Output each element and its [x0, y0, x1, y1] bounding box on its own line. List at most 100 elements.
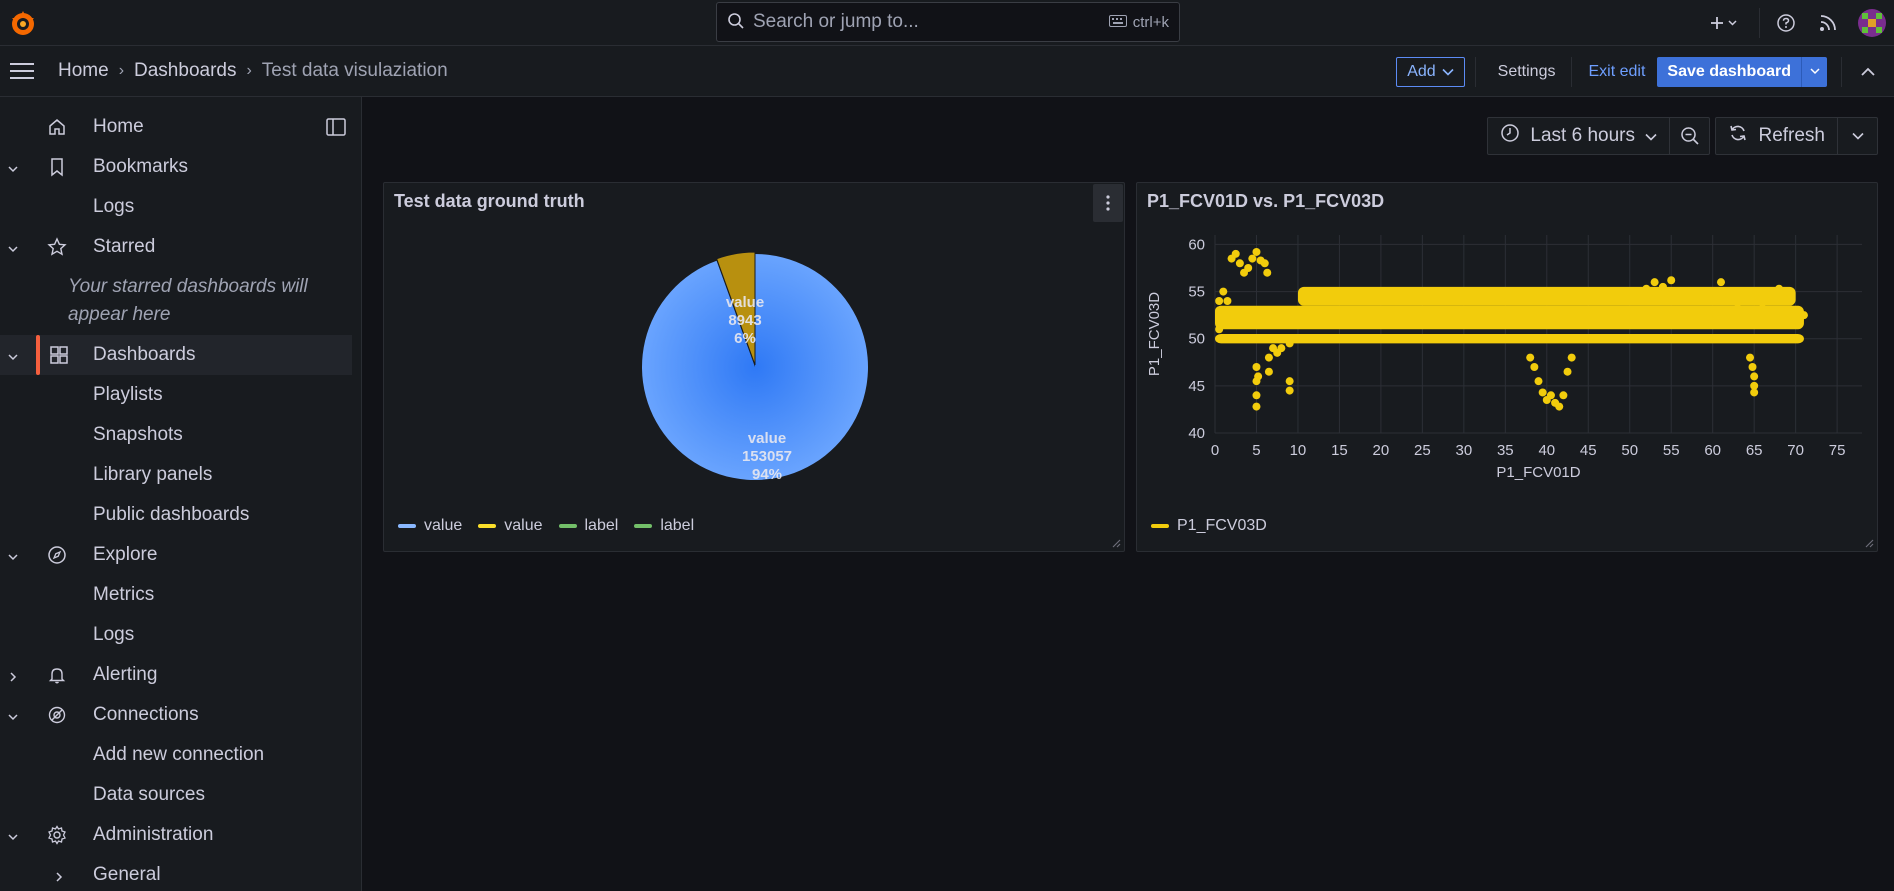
legend-item[interactable]: value — [478, 517, 543, 535]
panel-menu-icon[interactable] — [1093, 184, 1123, 222]
sidebar-item-alerting[interactable]: Alerting — [0, 655, 361, 695]
legend-item[interactable]: label — [634, 517, 694, 535]
scatter-point[interactable] — [1260, 259, 1269, 268]
save-dashboard-button[interactable]: Save dashboard — [1657, 56, 1827, 87]
scatter-point[interactable] — [1526, 353, 1535, 362]
sidebar-item-data-sources[interactable]: Data sources — [0, 775, 361, 815]
resize-handle-icon[interactable] — [1109, 536, 1121, 548]
sidebar-item-bookmarks[interactable]: Bookmarks — [0, 147, 361, 187]
scatter-point[interactable] — [1534, 377, 1543, 386]
search-input[interactable]: Search or jump to... ctrl+k — [716, 2, 1180, 42]
sidebar-item-starred[interactable]: Starred — [0, 227, 361, 267]
scatter-point[interactable] — [1799, 311, 1808, 320]
scatter-point[interactable] — [1215, 297, 1224, 305]
sidebar-item-metrics[interactable]: Metrics — [0, 575, 361, 615]
scatter-point[interactable] — [1725, 292, 1734, 301]
sidebar-item-bookmarks-logs[interactable]: Logs — [0, 187, 361, 227]
scatter-point[interactable] — [1530, 363, 1539, 371]
user-avatar[interactable] — [1858, 9, 1886, 37]
sidebar-item-home[interactable]: Home — [0, 107, 361, 147]
chevron-down-icon[interactable] — [6, 348, 20, 362]
scatter-point[interactable] — [1716, 278, 1725, 287]
scatter-point[interactable] — [1783, 287, 1792, 296]
scatter-point[interactable] — [1277, 344, 1286, 353]
sidebar-item-add-new-connection[interactable]: Add new connection — [0, 735, 361, 775]
chevron-down-icon[interactable] — [6, 160, 20, 174]
scatter-point[interactable] — [1264, 353, 1273, 362]
scatter-point[interactable] — [1546, 391, 1555, 400]
chevron-down-icon[interactable] — [6, 828, 20, 842]
scatter-point[interactable] — [1746, 353, 1755, 362]
scatter-point[interactable] — [1758, 298, 1767, 307]
scatter-point[interactable] — [1750, 372, 1759, 381]
scatter-point[interactable] — [1766, 297, 1775, 305]
scatter-point[interactable] — [1248, 254, 1257, 263]
scatter-point[interactable] — [1285, 339, 1294, 348]
scatter-point[interactable] — [1285, 377, 1294, 386]
breadcrumb-dashboards[interactable]: Dashboards — [134, 60, 236, 82]
menu-toggle-icon[interactable] — [10, 62, 34, 80]
scatter-point[interactable] — [1223, 297, 1232, 305]
new-plus-icon[interactable] — [1705, 11, 1745, 35]
scatter-point[interactable] — [1775, 284, 1784, 293]
scatter-point[interactable] — [1215, 325, 1224, 334]
pie-panel[interactable]: Test data ground truth value 153057 94% val… — [383, 182, 1125, 552]
scatter-point[interactable] — [1215, 306, 1224, 315]
scatter-point[interactable] — [1252, 247, 1261, 256]
chevron-down-icon[interactable] — [6, 548, 20, 562]
news-rss-icon[interactable] — [1816, 11, 1840, 35]
refresh-button[interactable]: Refresh — [1716, 118, 1837, 154]
scatter-point[interactable] — [1667, 276, 1676, 285]
help-icon[interactable] — [1774, 11, 1798, 35]
scatter-point[interactable] — [1642, 284, 1651, 293]
scatter-point[interactable] — [1244, 264, 1253, 272]
grafana-logo-icon[interactable] — [8, 9, 38, 39]
resize-handle-icon[interactable] — [1862, 536, 1874, 548]
chevron-down-icon[interactable] — [6, 240, 20, 254]
scatter-point[interactable] — [1264, 367, 1273, 376]
scatter-point[interactable] — [1555, 402, 1564, 411]
legend-item[interactable]: label — [558, 517, 618, 535]
scatter-point[interactable] — [1263, 268, 1272, 277]
scatter-point[interactable] — [1252, 402, 1261, 411]
chevron-down-icon[interactable] — [6, 708, 20, 722]
add-button[interactable]: Add — [1396, 56, 1465, 87]
zoom-out-icon[interactable] — [1669, 118, 1709, 154]
sidebar-item-public-dashboards[interactable]: Public dashboards — [0, 495, 361, 535]
sidebar-item-library-panels[interactable]: Library panels — [0, 455, 361, 495]
scatter-point[interactable] — [1791, 306, 1800, 315]
breadcrumb-home[interactable]: Home — [58, 60, 109, 82]
settings-button[interactable]: Settings — [1486, 63, 1568, 81]
scatter-point[interactable] — [1231, 249, 1240, 258]
scatter-point[interactable] — [1252, 391, 1261, 400]
sidebar-item-playlists[interactable]: Playlists — [0, 375, 361, 415]
scatter-point[interactable] — [1252, 363, 1261, 371]
scatter-point[interactable] — [1254, 372, 1263, 381]
save-options-chevron-icon[interactable] — [1801, 56, 1827, 87]
scatter-point[interactable] — [1748, 363, 1757, 371]
scatter-point[interactable] — [1658, 282, 1667, 291]
chevron-right-icon[interactable] — [52, 868, 66, 882]
sidebar-item-explore-logs[interactable]: Logs — [0, 615, 361, 655]
time-range-button[interactable]: Last 6 hours — [1488, 118, 1669, 154]
exit-edit-button[interactable]: Exit edit — [1576, 63, 1657, 81]
sidebar-item-general[interactable]: General — [0, 855, 361, 891]
sidebar-item-dashboards[interactable]: Dashboards — [0, 335, 352, 375]
scatter-point[interactable] — [1750, 388, 1759, 397]
collapse-chevron-up-icon[interactable] — [1856, 60, 1880, 84]
refresh-interval-chevron-icon[interactable] — [1837, 118, 1877, 154]
scatter-point[interactable] — [1559, 391, 1568, 400]
scatter-point[interactable] — [1538, 388, 1547, 397]
legend-item[interactable]: value — [398, 517, 462, 535]
scatter-panel[interactable]: P1_FCV01D vs. P1_FCV03D 0 5 10 15 20 25 30 35 40… — [1136, 182, 1878, 552]
sidebar-item-administration[interactable]: Administration — [0, 815, 361, 855]
chevron-right-icon[interactable] — [6, 668, 20, 682]
sidebar-item-explore[interactable]: Explore — [0, 535, 361, 575]
sidebar-item-snapshots[interactable]: Snapshots — [0, 415, 361, 455]
scatter-point[interactable] — [1650, 278, 1659, 287]
scatter-point[interactable] — [1563, 367, 1572, 376]
scatter-point[interactable] — [1567, 353, 1576, 362]
scatter-point[interactable] — [1235, 259, 1244, 268]
scatter-point[interactable] — [1285, 386, 1294, 395]
sidebar-item-connections[interactable]: Connections — [0, 695, 361, 735]
